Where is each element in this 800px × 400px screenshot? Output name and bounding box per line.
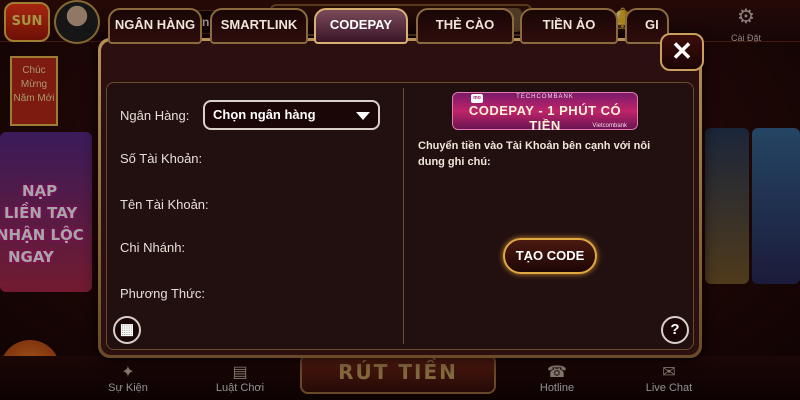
tab-smartlink[interactable]: SMARTLINK — [210, 8, 308, 44]
tab-ngan-hang[interactable]: NGÂN HÀNG — [108, 8, 202, 44]
bank-select-value: Chọn ngân hàng — [213, 107, 316, 122]
account-number-label: Số Tài Khoản: — [120, 151, 203, 166]
help-button[interactable]: ? — [661, 316, 689, 344]
codepay-banner: mo mo TECHCOMBANK CODEPAY - 1 PHÚT CÓ TI… — [452, 92, 638, 133]
document-icon: ▦ — [119, 321, 135, 338]
tab-the-cao[interactable]: THẺ CÀO — [416, 8, 514, 44]
chevron-down-icon — [356, 112, 370, 120]
help-icon: ? — [670, 321, 680, 338]
panel-divider — [403, 88, 404, 344]
bank-select[interactable]: Chọn ngân hàng — [203, 100, 380, 130]
method-label: Phương Thức: — [120, 286, 205, 301]
techcombank-logo: TECHCOMBANK — [516, 94, 574, 100]
tab-codepay[interactable]: CODEPAY — [314, 8, 408, 44]
close-button[interactable]: ✕ — [660, 33, 704, 71]
branch-label: Chi Nhánh: — [120, 240, 186, 255]
account-name-label: Tên Tài Khoản: — [120, 197, 209, 212]
tab-tien-ao[interactable]: TIỀN ẢO — [520, 8, 618, 44]
create-code-button[interactable]: TẠO CODE — [503, 238, 597, 274]
vietcombank-logo: Vietcombank — [592, 123, 627, 129]
instructions-text: Chuyển tiền vào Tài Khoản bên cạnh với n… — [418, 140, 651, 168]
history-button[interactable]: ▦ — [113, 316, 141, 344]
bank-label: Ngân Hàng: — [120, 108, 190, 123]
